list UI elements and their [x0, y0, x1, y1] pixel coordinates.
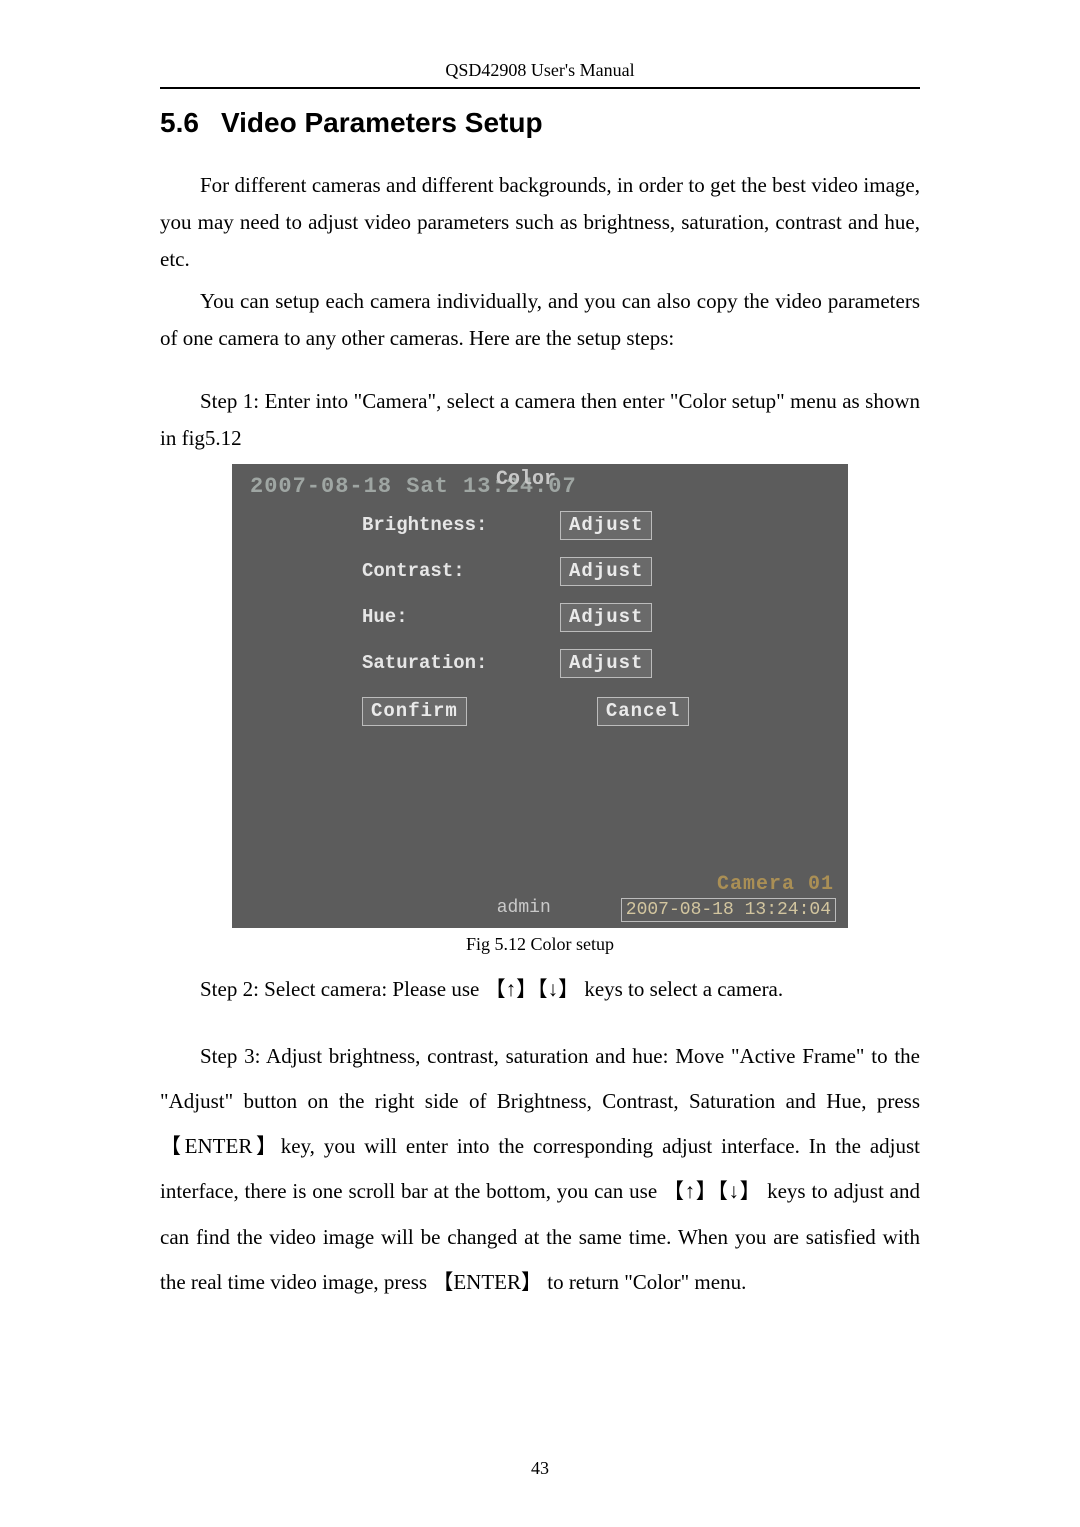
section-title: Video Parameters Setup	[221, 107, 543, 138]
paragraph-2: You can setup each camera individually, …	[160, 283, 920, 357]
page-header: QSD42908 User's Manual	[160, 60, 920, 89]
paragraph-step2: Step 2: Select camera: Please use 【↑】【↓】…	[160, 971, 920, 1008]
camera-label: Camera 01	[717, 873, 834, 896]
paragraph-1: For different cameras and different back…	[160, 167, 920, 277]
menu-title: Color	[496, 468, 556, 491]
row-brightness: Brightness: Adjust	[362, 510, 652, 540]
label-contrast: Contrast:	[362, 560, 542, 582]
row-confirm-cancel: Confirm Cancel	[362, 696, 689, 726]
color-setup-screenshot: 2007-08-18 Sat 13:24:07 Color Brightness…	[232, 464, 848, 928]
row-saturation: Saturation: Adjust	[362, 648, 652, 678]
label-hue: Hue:	[362, 606, 542, 628]
adjust-saturation-button[interactable]: Adjust	[560, 649, 652, 678]
row-hue: Hue: Adjust	[362, 602, 652, 632]
adjust-brightness-button[interactable]: Adjust	[560, 511, 652, 540]
section-heading: 5.6 Video Parameters Setup	[160, 107, 920, 139]
confirm-button[interactable]: Confirm	[362, 697, 467, 726]
status-bar: admin 2007-08-18 13:24:04	[232, 898, 848, 922]
paragraph-step3: Step 3: Adjust brightness, contrast, sat…	[160, 1034, 920, 1305]
figure-caption: Fig 5.12 Color setup	[160, 934, 920, 955]
paragraph-step1: Step 1: Enter into "Camera", select a ca…	[160, 383, 920, 457]
section-number: 5.6	[160, 107, 199, 138]
label-saturation: Saturation:	[362, 652, 542, 674]
page-number: 43	[0, 1458, 1080, 1479]
row-contrast: Contrast: Adjust	[362, 556, 652, 586]
cancel-button[interactable]: Cancel	[597, 697, 689, 726]
adjust-contrast-button[interactable]: Adjust	[560, 557, 652, 586]
user-label: admin	[497, 898, 551, 922]
adjust-hue-button[interactable]: Adjust	[560, 603, 652, 632]
status-timestamp: 2007-08-18 13:24:04	[621, 898, 836, 922]
label-brightness: Brightness:	[362, 514, 542, 536]
